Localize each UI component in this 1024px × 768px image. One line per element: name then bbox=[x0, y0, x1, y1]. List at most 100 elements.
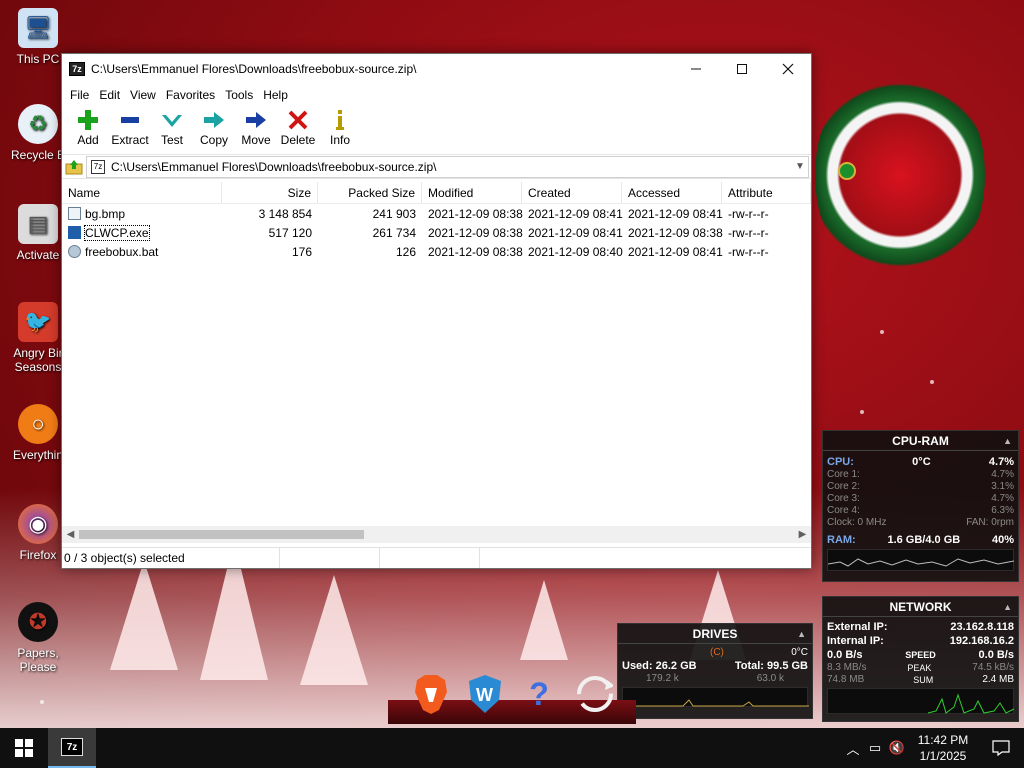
drives-gadget[interactable]: DRIVES ▲ (C) 0°C Used: 26.2 GB Total: 99.5 … bbox=[617, 623, 813, 719]
help-question-icon[interactable]: ? bbox=[519, 672, 559, 716]
svg-text:W: W bbox=[476, 685, 493, 705]
column-header-created[interactable]: Created bbox=[522, 182, 622, 203]
window-titlebar[interactable]: 7z C:\Users\Emmanuel Flores\Downloads\fr… bbox=[62, 54, 811, 84]
cpu-temp: 0°C bbox=[912, 456, 931, 468]
menu-tools[interactable]: Tools bbox=[220, 88, 258, 102]
info-button[interactable]: Info bbox=[319, 109, 361, 147]
move-button[interactable]: Move bbox=[235, 109, 277, 147]
menu-favorites[interactable]: Favorites bbox=[161, 88, 220, 102]
7zip-window: 7z C:\Users\Emmanuel Flores\Downloads\fr… bbox=[61, 53, 812, 569]
collapse-icon[interactable]: ▲ bbox=[797, 629, 806, 639]
delete-button[interactable]: Delete bbox=[277, 109, 319, 147]
column-header-name[interactable]: Name bbox=[62, 182, 222, 203]
folder-up-icon bbox=[65, 159, 83, 174]
scroll-left-arrow-icon[interactable]: ◀ bbox=[62, 529, 79, 540]
file-packed-size: 126 bbox=[395, 244, 416, 259]
column-header-attributes[interactable]: Attribute bbox=[722, 182, 811, 203]
external-ip-value: 23.162.8.118 bbox=[950, 621, 1014, 633]
chevron-up-icon[interactable]: ︿ bbox=[842, 739, 864, 758]
file-packed-size: 241 903 bbox=[372, 206, 416, 221]
extract-label: Extract bbox=[111, 133, 149, 147]
minimize-button[interactable] bbox=[673, 54, 719, 84]
menu-file[interactable]: File bbox=[65, 88, 94, 102]
drive-usage-row: Used: 26.2 GB Total: 99.5 GB bbox=[618, 659, 812, 673]
wise-care-shield-icon[interactable]: W bbox=[465, 672, 505, 716]
scroll-right-arrow-icon[interactable]: ▶ bbox=[794, 529, 811, 540]
network-icon[interactable]: ▭ bbox=[864, 740, 886, 756]
info-icon bbox=[336, 110, 344, 130]
clock-date: 1/1/2025 bbox=[919, 749, 967, 763]
column-header-size[interactable]: Size bbox=[222, 182, 318, 203]
notification-center-button[interactable] bbox=[978, 740, 1024, 756]
drive-io-row: 179.2 k 63.0 k bbox=[618, 673, 812, 685]
menu-view[interactable]: View bbox=[125, 88, 161, 102]
add-button[interactable]: Add bbox=[67, 109, 109, 147]
clock-time: 11:42 PM bbox=[917, 733, 969, 747]
document-icon: ▤ bbox=[18, 204, 58, 244]
maximize-icon bbox=[737, 64, 747, 74]
speed-row: 0.0 B/s SPEED 0.0 B/s bbox=[823, 648, 1018, 662]
chevron-down-icon[interactable]: ▼ bbox=[792, 161, 808, 172]
sum-row: 74.8 MB SUM 2.4 MB bbox=[823, 674, 1018, 686]
collapse-icon[interactable]: ▲ bbox=[1003, 436, 1012, 446]
column-header-packed-size[interactable]: Packed Size bbox=[318, 182, 422, 203]
external-ip-label: External IP: bbox=[827, 621, 888, 633]
extract-button[interactable]: Extract bbox=[109, 109, 151, 147]
cpu-label: CPU: bbox=[827, 456, 854, 468]
column-header-modified[interactable]: Modified bbox=[422, 182, 522, 203]
download-peak: 8.3 MB/s bbox=[827, 662, 867, 673]
move-label: Move bbox=[241, 133, 271, 147]
drives-title: DRIVES bbox=[692, 626, 738, 641]
file-row[interactable]: freebobux.bat 176 126 2021-12-09 08:38 2… bbox=[62, 242, 811, 261]
snowflake bbox=[860, 410, 864, 414]
wallpaper-tree bbox=[110, 560, 178, 670]
upload-peak: 74.5 kB/s bbox=[972, 662, 1014, 673]
drive-graph-line bbox=[623, 699, 809, 707]
file-row[interactable]: bg.bmp 3 148 854 241 903 2021-12-09 08:3… bbox=[62, 204, 811, 223]
brave-lion-icon[interactable] bbox=[411, 672, 451, 716]
network-gadget[interactable]: NETWORK ▲ External IP: 23.162.8.118 Intern… bbox=[822, 596, 1019, 722]
copy-arrow-icon bbox=[204, 112, 224, 128]
wallpaper-tree bbox=[300, 575, 368, 685]
taskbar-clock[interactable]: 11:42 PM 1/1/2025 bbox=[908, 732, 978, 764]
status-segment bbox=[380, 548, 480, 568]
maximize-button[interactable] bbox=[719, 54, 765, 84]
zip-archive-icon: 7z bbox=[91, 159, 105, 174]
start-button[interactable] bbox=[0, 728, 48, 768]
scroll-track[interactable] bbox=[79, 530, 794, 539]
column-header-accessed[interactable]: Accessed bbox=[622, 182, 722, 203]
menu-help[interactable]: Help bbox=[258, 88, 293, 102]
gadget-title: NETWORK ▲ bbox=[823, 597, 1018, 617]
file-attributes: -rw-r--r- bbox=[728, 244, 769, 259]
test-button[interactable]: Test bbox=[151, 109, 193, 147]
file-name: CLWCP.exe bbox=[84, 224, 150, 241]
add-label: Add bbox=[77, 133, 99, 147]
refresh-arrows-icon[interactable] bbox=[573, 672, 613, 716]
desktop-icon-papers-please[interactable]: ✪ Papers, Please bbox=[0, 602, 76, 674]
drive-total: Total: 99.5 GB bbox=[734, 660, 808, 672]
scroll-thumb[interactable] bbox=[79, 530, 364, 539]
download-speed: 0.0 B/s bbox=[827, 649, 863, 661]
file-row[interactable]: CLWCP.exe 517 120 261 734 2021-12-09 08:… bbox=[62, 223, 811, 242]
file-name: bg.bmp bbox=[85, 206, 126, 221]
file-list: Name Size Packed Size Modified Created A… bbox=[62, 182, 811, 532]
file-created: 2021-12-09 08:40 bbox=[528, 244, 623, 259]
address-field[interactable]: 7z C:\Users\Emmanuel Flores\Downloads\fr… bbox=[86, 155, 809, 178]
drive-row: (C) 0°C bbox=[618, 647, 812, 659]
up-folder-button[interactable] bbox=[62, 156, 86, 178]
file-size: 3 148 854 bbox=[258, 206, 312, 221]
copy-button[interactable]: Copy bbox=[193, 109, 235, 147]
volume-muted-icon[interactable]: 🔇 bbox=[886, 740, 908, 756]
taskbar-7zip-button[interactable]: 7z bbox=[48, 728, 96, 768]
collapse-icon[interactable]: ▲ bbox=[1003, 602, 1012, 612]
status-segment bbox=[480, 548, 580, 568]
info-label: Info bbox=[329, 133, 350, 147]
ram-label: RAM: bbox=[827, 534, 856, 546]
ram-graph bbox=[827, 549, 1015, 571]
papers-please-icon: ✪ bbox=[18, 602, 58, 642]
close-button[interactable] bbox=[765, 54, 811, 84]
menu-edit[interactable]: Edit bbox=[94, 88, 125, 102]
network-title: NETWORK bbox=[889, 599, 952, 614]
cpu-ram-gadget[interactable]: CPU-RAM ▲ CPU: 0°C 4.7% Core 1: 4.7% Core … bbox=[822, 430, 1019, 582]
horizontal-scrollbar[interactable]: ◀ ▶ bbox=[62, 526, 811, 543]
